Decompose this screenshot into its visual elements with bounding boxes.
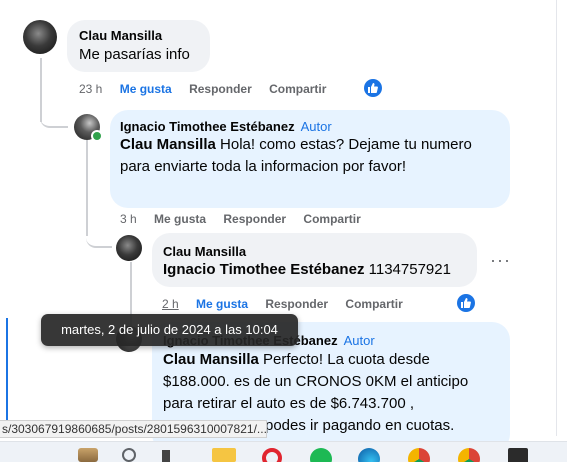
share-button[interactable]: Compartir [303, 212, 360, 226]
like-button[interactable]: Me gusta [154, 212, 206, 226]
reply-button[interactable]: Responder [265, 297, 328, 311]
comment-author[interactable]: Ignacio Timothee Estébanez Autor [120, 119, 332, 134]
reply-button[interactable]: Responder [189, 82, 252, 96]
folder-icon[interactable] [212, 448, 236, 462]
more-options-button[interactable]: ··· [490, 250, 511, 271]
comment-actions: 23 h Me gusta Responder Compartir [79, 82, 340, 96]
timestamp-tooltip: martes, 2 de julio de 2024 a las 10:04 [41, 314, 298, 346]
avatar[interactable] [116, 235, 142, 261]
opera-icon[interactable] [262, 448, 282, 462]
search-icon[interactable] [122, 448, 136, 462]
widgets-icon[interactable] [78, 448, 98, 462]
comment-author[interactable]: Clau Mansilla [163, 244, 246, 259]
link-status-bar: s/303067919860685/posts/2801596310007821… [0, 420, 267, 438]
comment-author[interactable]: Clau Mansilla [79, 28, 162, 43]
thread-connector [40, 100, 68, 128]
comment-time[interactable]: 23 h [79, 82, 102, 96]
comment-line: Clau Mansilla Perfecto! La cuota desde [163, 349, 508, 371]
author-badge: Autor [300, 119, 332, 134]
comment-text: Me pasarías info [79, 46, 190, 63]
share-button[interactable]: Compartir [345, 297, 402, 311]
comment-text: Clau Mansilla Hola! como estas? Dejame t… [120, 134, 500, 178]
page-divider [556, 0, 557, 436]
comment-body: Perfecto! La cuota desde [263, 351, 430, 368]
mention-link[interactable]: Clau Mansilla [120, 136, 216, 153]
comment-actions: 2 h Me gusta Responder Compartir [162, 297, 417, 311]
chrome-icon[interactable] [458, 448, 480, 462]
mention-link[interactable]: Ignacio Timothee Estébanez [163, 261, 364, 278]
edge-icon[interactable] [358, 448, 380, 462]
like-button[interactable]: Me gusta [120, 82, 172, 96]
chrome-icon[interactable] [408, 448, 430, 462]
app-icon[interactable] [508, 448, 528, 462]
like-button[interactable]: Me gusta [196, 297, 248, 311]
like-reaction-icon[interactable] [457, 294, 475, 312]
taskbar [0, 441, 567, 462]
comment-author-name[interactable]: Ignacio Timothee Estébanez [120, 119, 295, 134]
mention-link[interactable]: Clau Mansilla [163, 351, 259, 368]
spotify-icon[interactable] [310, 448, 332, 462]
share-button[interactable]: Compartir [269, 82, 326, 96]
reply-button[interactable]: Responder [223, 212, 286, 226]
comment-line: para retirar el auto es de $6.743.700 , [163, 395, 415, 412]
online-status-icon [91, 130, 103, 142]
file-explorer-icon[interactable] [162, 450, 170, 462]
author-badge: Autor [343, 333, 375, 348]
avatar[interactable] [23, 20, 57, 54]
comment-time[interactable]: 3 h [120, 212, 137, 226]
comment-time[interactable]: 2 h [162, 297, 179, 311]
comment-actions: 3 h Me gusta Responder Compartir [120, 212, 375, 226]
comment-body: 1134757921 [368, 261, 451, 278]
focus-indicator [6, 318, 8, 436]
like-reaction-icon[interactable] [364, 79, 382, 97]
thread-connector [86, 222, 112, 248]
comment-line: $188.000. es de un CRONOS 0KM el anticip… [163, 373, 469, 390]
comment-text: Ignacio Timothee Estébanez 1134757921 [163, 259, 451, 281]
